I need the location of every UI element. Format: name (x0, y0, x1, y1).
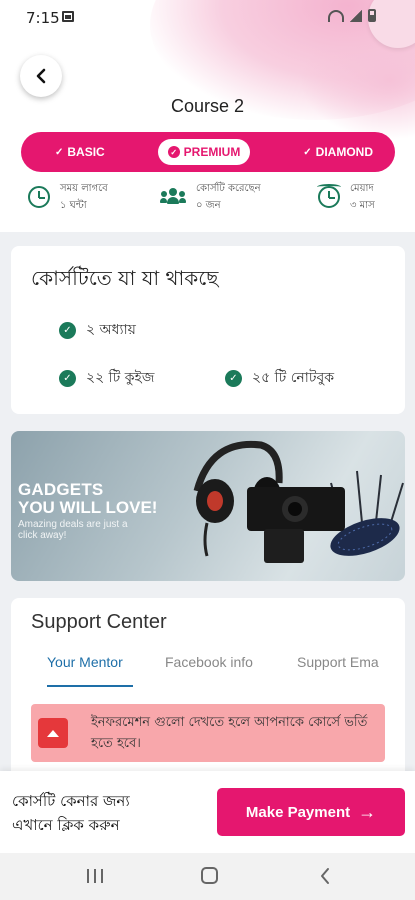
status-bar: 7:15 (0, 0, 415, 34)
signal-icon (350, 9, 362, 22)
content-item: ✓ ২ অধ্যায় (59, 318, 136, 342)
active-tab-indicator (47, 685, 133, 687)
webcam-icon (247, 487, 345, 563)
status-icons (328, 9, 376, 22)
tab-support-email[interactable]: Support Ema (297, 654, 379, 670)
check-icon: ✓ (303, 146, 312, 158)
wifi-icon (328, 9, 344, 22)
make-payment-label: Make Payment (245, 803, 351, 821)
check-circle-icon: ✓ (59, 369, 76, 387)
stat-enrolled: কোর্সটি করেছেন ০ জন (160, 180, 261, 214)
people-icon (160, 188, 186, 206)
promo-banner[interactable]: GADGETS YOU WILL LOVE! Amazing deals are… (11, 431, 405, 581)
clock-icon (28, 186, 50, 208)
plan-label: BASIC (67, 145, 105, 159)
content-item: ✓ ২৫ টি নোটবুক (225, 366, 334, 390)
content-item: ✓ ২২ টি কুইজ (59, 366, 154, 390)
contents-title: কোর্সটিতে যা যা থাকছে (31, 266, 219, 290)
chevron-left-icon (36, 68, 46, 84)
home-button[interactable] (201, 867, 218, 884)
buy-prompt-line: কোর্সটি কেনার জন্য (12, 792, 130, 810)
plan-tab-premium[interactable]: ✓ PREMIUM (157, 139, 251, 165)
warning-icon (38, 718, 68, 748)
stat-label: কোর্সটি করেছেন (196, 183, 261, 194)
stat-value: ৩ মাস (350, 200, 375, 211)
content-item-label: ২৫ টি নোটবুক (252, 370, 335, 386)
banner-headline: YOU WILL LOVE! (18, 498, 158, 517)
plan-label: PREMIUM (183, 145, 241, 159)
content-item-label: ২ অধ্যায় (86, 322, 136, 338)
buy-prompt: কোর্সটি কেনার জন্য এখানে ক্লিক করুন (12, 789, 130, 837)
system-nav-bar (0, 853, 415, 900)
alarm-icon (317, 184, 341, 208)
banner-subtitle: Amazing deals are just a click away! (18, 519, 128, 541)
back-button[interactable] (20, 55, 62, 97)
plan-selector: ✓ BASIC ✓ PREMIUM ✓ DIAMOND (21, 132, 395, 172)
page-title: Course 2 (170, 96, 245, 116)
plan-tab-diamond[interactable]: ✓ DIAMOND (303, 145, 373, 159)
buy-prompt-line: এখানে ক্লিক করুন (12, 816, 120, 834)
stat-validity: মেয়াদ ৩ মাস (317, 180, 375, 214)
check-circle-icon: ✓ (167, 146, 180, 158)
bottom-purchase-bar: কোর্সটি কেনার জন্য এখানে ক্লিক করুন Make… (0, 771, 415, 853)
alert-message: ইনফরমেশন গুলো দেখতে হলে আপনাকে কোর্সে ভর… (91, 715, 368, 751)
make-payment-button[interactable]: Make Payment → (217, 788, 405, 836)
plan-label: DIAMOND (315, 145, 373, 159)
header-section: 7:15 Course 2 ✓ BASIC ✓ PREMIUM ✓ DIAMON… (0, 0, 415, 232)
gallery-icon (62, 11, 74, 22)
stat-value: ১ ঘন্টা (60, 200, 87, 211)
course-contents-card: কোর্সটিতে যা যা থাকছে ✓ ২ অধ্যায় ✓ ২২ ট… (11, 246, 405, 414)
course-stats: সময় লাগবে ১ ঘন্টা কোর্সটি করেছেন ০ জন ম… (0, 180, 415, 226)
stat-value: ০ জন (196, 200, 221, 211)
support-title: Support Center (31, 611, 167, 633)
check-icon: ✓ (55, 146, 64, 158)
arrow-right-icon: → (358, 802, 377, 822)
check-circle-icon: ✓ (59, 321, 76, 339)
support-center-card: Support Center Your Mentor Facebook info… (11, 598, 405, 773)
battery-icon (368, 9, 376, 22)
check-circle-icon: ✓ (225, 369, 242, 387)
enroll-alert: ইনফরমেশন গুলো দেখতে হলে আপনাকে কোর্সে ভর… (31, 704, 385, 762)
nav-back-button[interactable] (318, 866, 332, 886)
banner-headline: GADGETS (18, 480, 104, 499)
status-time: 7:15 (26, 9, 60, 27)
tab-your-mentor[interactable]: Your Mentor (47, 654, 123, 670)
stat-label: মেয়াদ (350, 183, 374, 194)
tab-facebook-info[interactable]: Facebook info (165, 654, 253, 670)
recents-button[interactable] (87, 869, 103, 883)
stat-label: সময় লাগবে (60, 183, 108, 194)
stat-duration: সময় লাগবে ১ ঘন্টা (28, 180, 108, 214)
content-item-label: ২২ টি কুইজ (86, 370, 155, 386)
plan-tab-basic[interactable]: ✓ BASIC (55, 145, 105, 159)
